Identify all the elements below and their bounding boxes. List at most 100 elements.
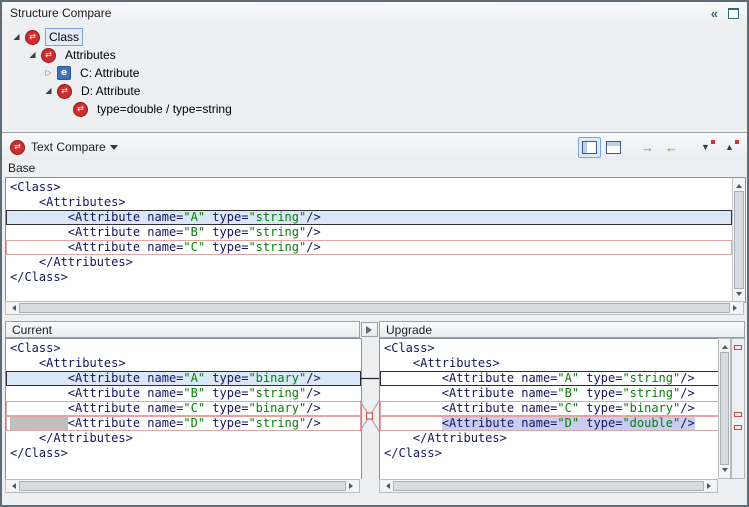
arrow-right-icon <box>366 326 376 334</box>
copy-current-change-button[interactable] <box>361 322 378 337</box>
swap-left-and-right-button[interactable] <box>602 137 625 158</box>
scroll-up-icon[interactable] <box>719 339 730 352</box>
code-line[interactable]: </Class> <box>6 446 361 461</box>
upgrade-code-area[interactable]: <Class> <Attributes> <Attribute name="A"… <box>380 339 719 480</box>
line-indent <box>10 431 39 445</box>
scroll-down-icon[interactable] <box>719 465 730 478</box>
attribute-value: "binary" <box>248 371 306 385</box>
tree-twistie-icon[interactable] <box>42 69 55 77</box>
diff-annotation-mark[interactable] <box>734 345 742 350</box>
code-line[interactable]: <Attribute name="B" type="string"/> <box>6 225 732 240</box>
attribute-value: "binary" <box>622 401 680 415</box>
line-indent <box>10 255 39 269</box>
diff-annotation-mark[interactable] <box>734 425 742 430</box>
attribute-value: "C" <box>183 240 205 254</box>
code-line[interactable]: <Class> <box>6 341 361 356</box>
line-text: <Attribute name="B" type="string"/> <box>442 386 695 400</box>
tree-item-d-attribute[interactable]: D: Attribute <box>2 82 747 100</box>
tree-item-c-attribute[interactable]: C: Attribute <box>2 64 747 82</box>
collapse-pane-icon[interactable]: « <box>711 7 718 20</box>
copy-all-right-to-left-button[interactable] <box>660 137 683 158</box>
diff-conflict-icon <box>73 102 88 117</box>
code-line[interactable]: <Attributes> <box>6 356 361 371</box>
previous-difference-button[interactable] <box>718 137 741 158</box>
base-editor[interactable]: <Class> <Attributes> <Attribute name="A"… <box>5 177 746 303</box>
scrollbar-thumb[interactable] <box>19 303 730 313</box>
code-line[interactable]: </Attributes> <box>380 431 719 446</box>
line-text: <Attribute name="C" type="binary"/> <box>442 401 695 415</box>
restore-pane-icon[interactable] <box>728 8 739 19</box>
line-indent <box>10 210 68 224</box>
tree-item-type-double-type-string[interactable]: type=double / type=string <box>2 100 747 118</box>
scrollbar-thumb[interactable] <box>393 481 704 491</box>
upgrade-editor[interactable]: <Class> <Attributes> <Attribute name="A"… <box>379 338 720 481</box>
line-text: </Attributes> <box>413 431 507 445</box>
code-line[interactable]: <Attribute name="D" type="string"/> <box>6 416 361 431</box>
copy-left-arrow-icon <box>665 141 678 154</box>
tree-item-label: D: Attribute <box>77 82 144 100</box>
code-line[interactable]: </Class> <box>380 446 719 461</box>
scroll-right-icon[interactable] <box>730 302 743 314</box>
scroll-left-icon[interactable] <box>380 480 393 492</box>
line-text: <Attributes> <box>413 356 500 370</box>
attribute-value: "binary" <box>248 401 306 415</box>
attribute-value: "string" <box>622 386 680 400</box>
code-line[interactable]: <Attribute name="B" type="string"/> <box>380 386 719 401</box>
code-line[interactable]: <Attribute name="C" type="binary"/> <box>380 401 719 416</box>
line-indent <box>10 416 68 430</box>
tree-twistie-icon[interactable] <box>10 33 23 41</box>
code-line[interactable]: <Attribute name="D" type="double"/> <box>380 416 719 431</box>
code-line[interactable]: </Attributes> <box>6 431 361 446</box>
current-editor[interactable]: <Class> <Attributes> <Attribute name="A"… <box>5 338 362 481</box>
upgrade-horizontal-scrollbar[interactable] <box>379 479 718 493</box>
scroll-up-icon[interactable] <box>733 178 745 191</box>
copy-all-left-to-right-button[interactable] <box>636 137 659 158</box>
previous-difference-icon <box>725 143 734 152</box>
line-indent <box>10 195 39 209</box>
line-text: <Attributes> <box>39 195 126 209</box>
attribute-value: "string" <box>248 225 306 239</box>
diff-annotation-mark[interactable] <box>734 412 742 417</box>
line-text: </Attributes> <box>39 255 133 269</box>
scroll-left-icon[interactable] <box>6 480 19 492</box>
base-vertical-scrollbar[interactable] <box>732 178 745 302</box>
base-horizontal-scrollbar[interactable] <box>5 301 744 315</box>
code-line[interactable]: <Attributes> <box>380 356 719 371</box>
scrollbar-thumb[interactable] <box>19 481 346 491</box>
line-text: <Attribute name="D" type="string"/> <box>68 416 321 430</box>
attribute-value: "double" <box>622 416 680 430</box>
next-difference-button[interactable] <box>694 137 717 158</box>
code-line[interactable]: <Attribute name="A" type="binary"/> <box>6 371 361 386</box>
scrollbar-thumb[interactable] <box>720 352 729 465</box>
ancestor-pane-toggle-button[interactable] <box>578 137 601 158</box>
scroll-right-icon[interactable] <box>704 480 717 492</box>
upgrade-vertical-scrollbar[interactable] <box>718 338 731 479</box>
structure-compare-tree: ClassAttributesC: AttributeD: Attributet… <box>2 24 747 136</box>
attribute-value: "D" <box>183 416 205 430</box>
current-horizontal-scrollbar[interactable] <box>5 479 360 493</box>
scroll-right-icon[interactable] <box>346 480 359 492</box>
code-line[interactable]: <Attribute name="A" type="string"/> <box>380 371 719 386</box>
tree-item-attributes[interactable]: Attributes <box>2 46 747 64</box>
code-line[interactable]: <Attribute name="C" type="binary"/> <box>6 401 361 416</box>
code-line[interactable]: <Class> <box>380 341 719 356</box>
code-line[interactable]: <Attribute name="B" type="string"/> <box>6 386 361 401</box>
chevron-down-icon[interactable] <box>110 145 118 154</box>
code-line[interactable]: <Attribute name="A" type="string"/> <box>6 210 732 225</box>
tree-item-class[interactable]: Class <box>2 28 747 46</box>
line-indent <box>10 356 39 370</box>
code-line[interactable]: </Attributes> <box>6 255 732 270</box>
tree-twistie-icon[interactable] <box>42 87 55 95</box>
base-code-area[interactable]: <Class> <Attributes> <Attribute name="A"… <box>6 178 732 302</box>
code-line[interactable]: <Class> <box>6 180 732 195</box>
code-line[interactable]: <Attributes> <box>6 195 732 210</box>
scrollbar-thumb[interactable] <box>734 191 744 289</box>
scroll-left-icon[interactable] <box>6 302 19 314</box>
current-code-area[interactable]: <Class> <Attributes> <Attribute name="A"… <box>6 339 361 480</box>
tree-twistie-icon[interactable] <box>26 51 39 59</box>
tree-item-label: C: Attribute <box>76 64 143 82</box>
code-line[interactable]: </Class> <box>6 270 732 285</box>
line-text: <Attribute name="A" type="binary"/> <box>68 371 321 385</box>
upgrade-pane-header: Upgrade <box>379 321 745 338</box>
code-line[interactable]: <Attribute name="C" type="string"/> <box>6 240 732 255</box>
